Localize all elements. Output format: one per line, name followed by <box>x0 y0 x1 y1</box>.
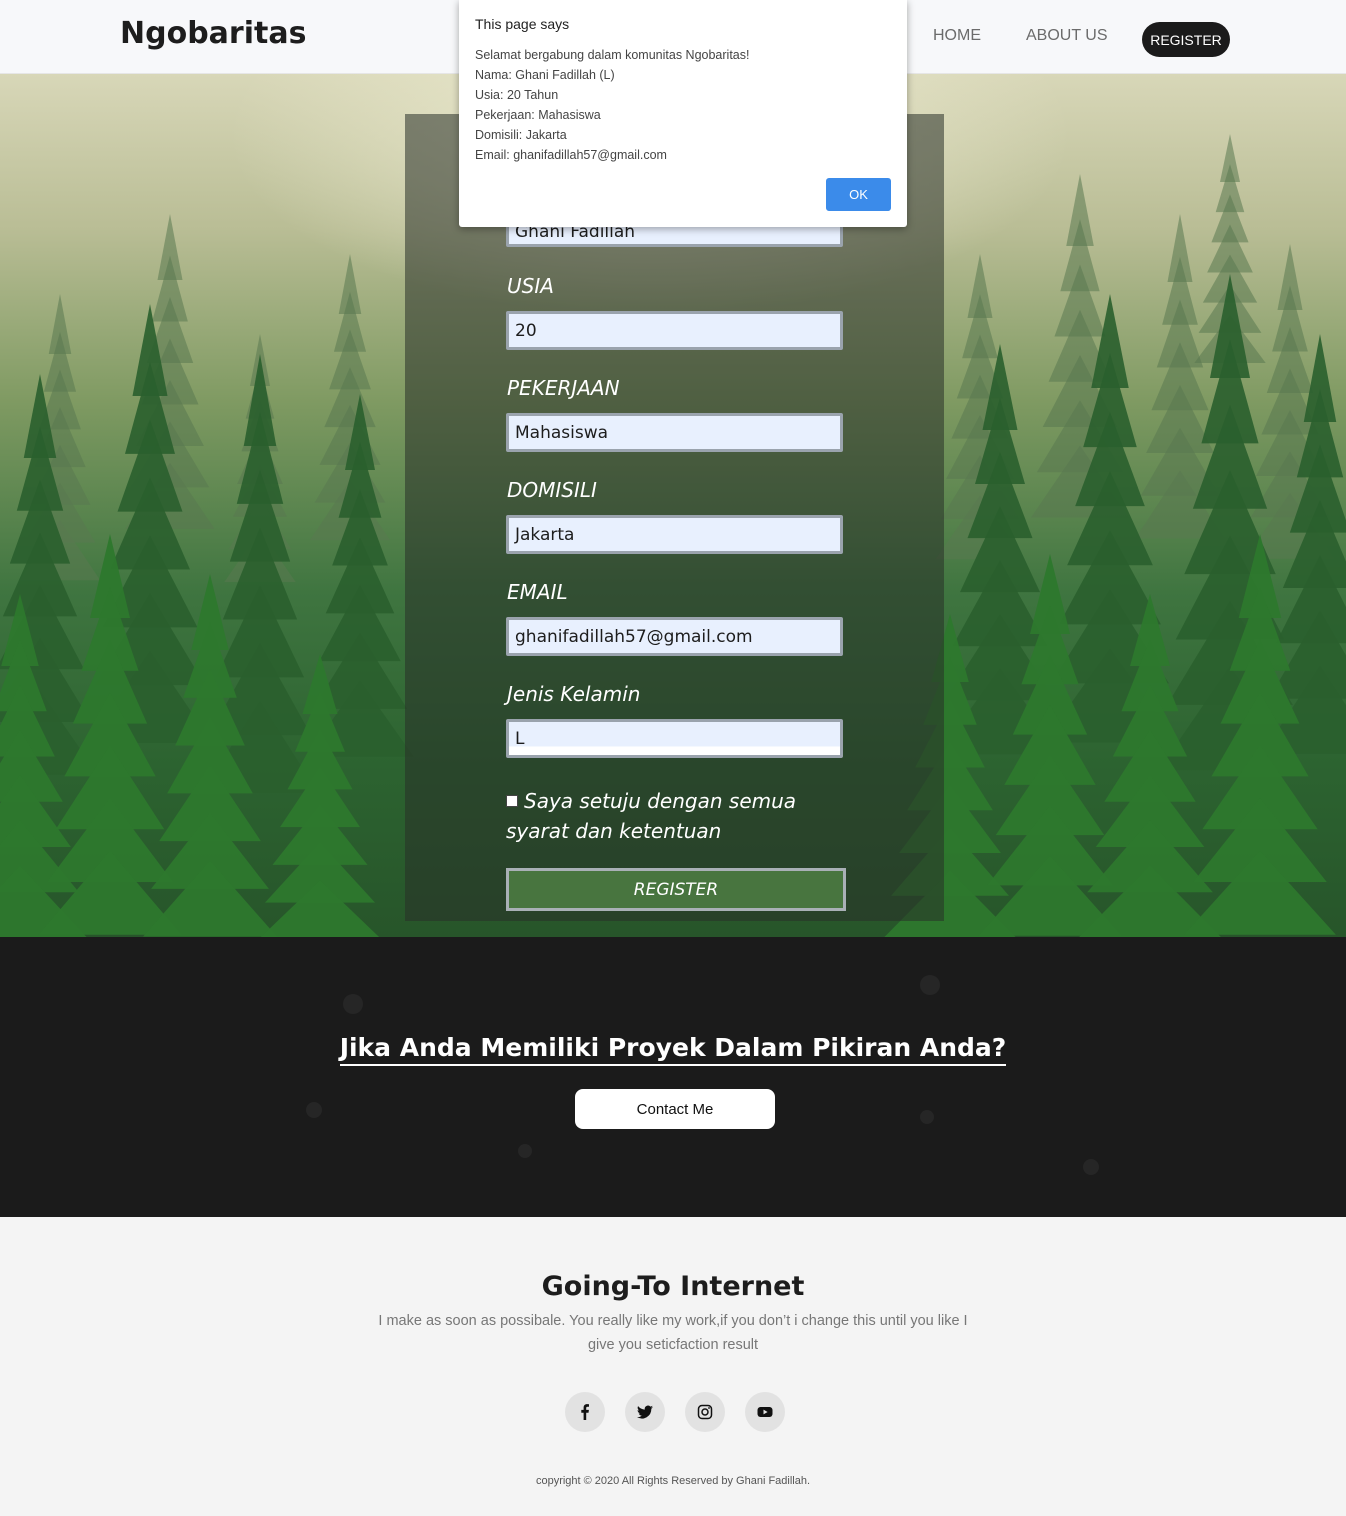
brand-logo[interactable]: Ngobaritas <box>120 16 306 51</box>
usia-label: USIA <box>507 274 554 298</box>
email-label: EMAIL <box>507 580 568 604</box>
dialog-line: Email: ghanifadillah57@gmail.com <box>475 148 667 162</box>
register-submit-button[interactable]: REGISTER <box>506 868 846 911</box>
email-input[interactable]: ghanifadillah57@gmail.com <box>506 617 843 656</box>
decor-dot <box>306 1102 322 1118</box>
gender-label: Jenis Kelamin <box>507 682 641 706</box>
cta-title: Jika Anda Memiliki Proyek Dalam Pikiran … <box>0 1033 1346 1066</box>
instagram-link[interactable] <box>685 1392 725 1432</box>
pekerjaan-label: PEKERJAAN <box>507 376 620 400</box>
domisili-label: DOMISILI <box>507 478 597 502</box>
decor-dot <box>518 1144 532 1158</box>
nav-home-link[interactable]: HOME <box>933 27 981 45</box>
decor-dot <box>920 1110 934 1124</box>
dialog-title: This page says <box>475 16 570 32</box>
alert-dialog: This page says Selamat bergabung dalam k… <box>459 0 907 227</box>
footer-title: Going-To Internet <box>541 1271 805 1302</box>
decor-dot <box>1083 1159 1099 1175</box>
gender-select[interactable]: L <box>506 719 843 758</box>
usia-input[interactable]: 20 <box>506 311 843 350</box>
nav-register-button[interactable]: REGISTER <box>1142 22 1230 57</box>
decor-dot <box>343 994 363 1014</box>
footer-description: I make as soon as possibale. You really … <box>378 1313 968 1353</box>
dialog-line: Nama: Ghani Fadillah (L) <box>475 68 615 82</box>
instagram-icon <box>697 1404 713 1420</box>
domisili-input[interactable]: Jakarta <box>506 515 843 554</box>
twitter-link[interactable] <box>625 1392 665 1432</box>
copyright-text: copyright © 2020 All Rights Reserved by … <box>535 1475 811 1487</box>
nav-about-link[interactable]: ABOUT US <box>1026 27 1108 45</box>
dialog-line: Pekerjaan: Mahasiswa <box>475 108 601 122</box>
agree-label: Saya setuju dengan semua syarat dan kete… <box>506 789 797 843</box>
dialog-message: Selamat bergabung dalam komunitas Ngobar… <box>475 45 749 165</box>
decor-dot <box>920 975 940 995</box>
dialog-line: Selamat bergabung dalam komunitas Ngobar… <box>475 48 750 62</box>
facebook-icon <box>581 1404 589 1420</box>
agree-checkbox-row: Saya setuju dengan semua syarat dan kete… <box>506 786 836 846</box>
dialog-line: Usia: 20 Tahun <box>475 88 559 102</box>
dialog-ok-button[interactable]: OK <box>826 178 891 211</box>
youtube-link[interactable] <box>745 1392 785 1432</box>
cta-section: Jika Anda Memiliki Proyek Dalam Pikiran … <box>0 937 1346 1217</box>
youtube-icon <box>757 1407 773 1417</box>
dialog-line: Domisili: Jakarta <box>475 128 567 142</box>
contact-me-button[interactable]: Contact Me <box>575 1089 775 1129</box>
footer: Going-To Internet I make as soon as poss… <box>0 1217 1346 1516</box>
cta-title-text: Jika Anda Memiliki Proyek Dalam Pikiran … <box>339 1033 1007 1066</box>
facebook-link[interactable] <box>565 1392 605 1432</box>
twitter-icon <box>637 1405 653 1419</box>
agree-checkbox[interactable] <box>506 795 518 807</box>
pekerjaan-input[interactable]: Mahasiswa <box>506 413 843 452</box>
